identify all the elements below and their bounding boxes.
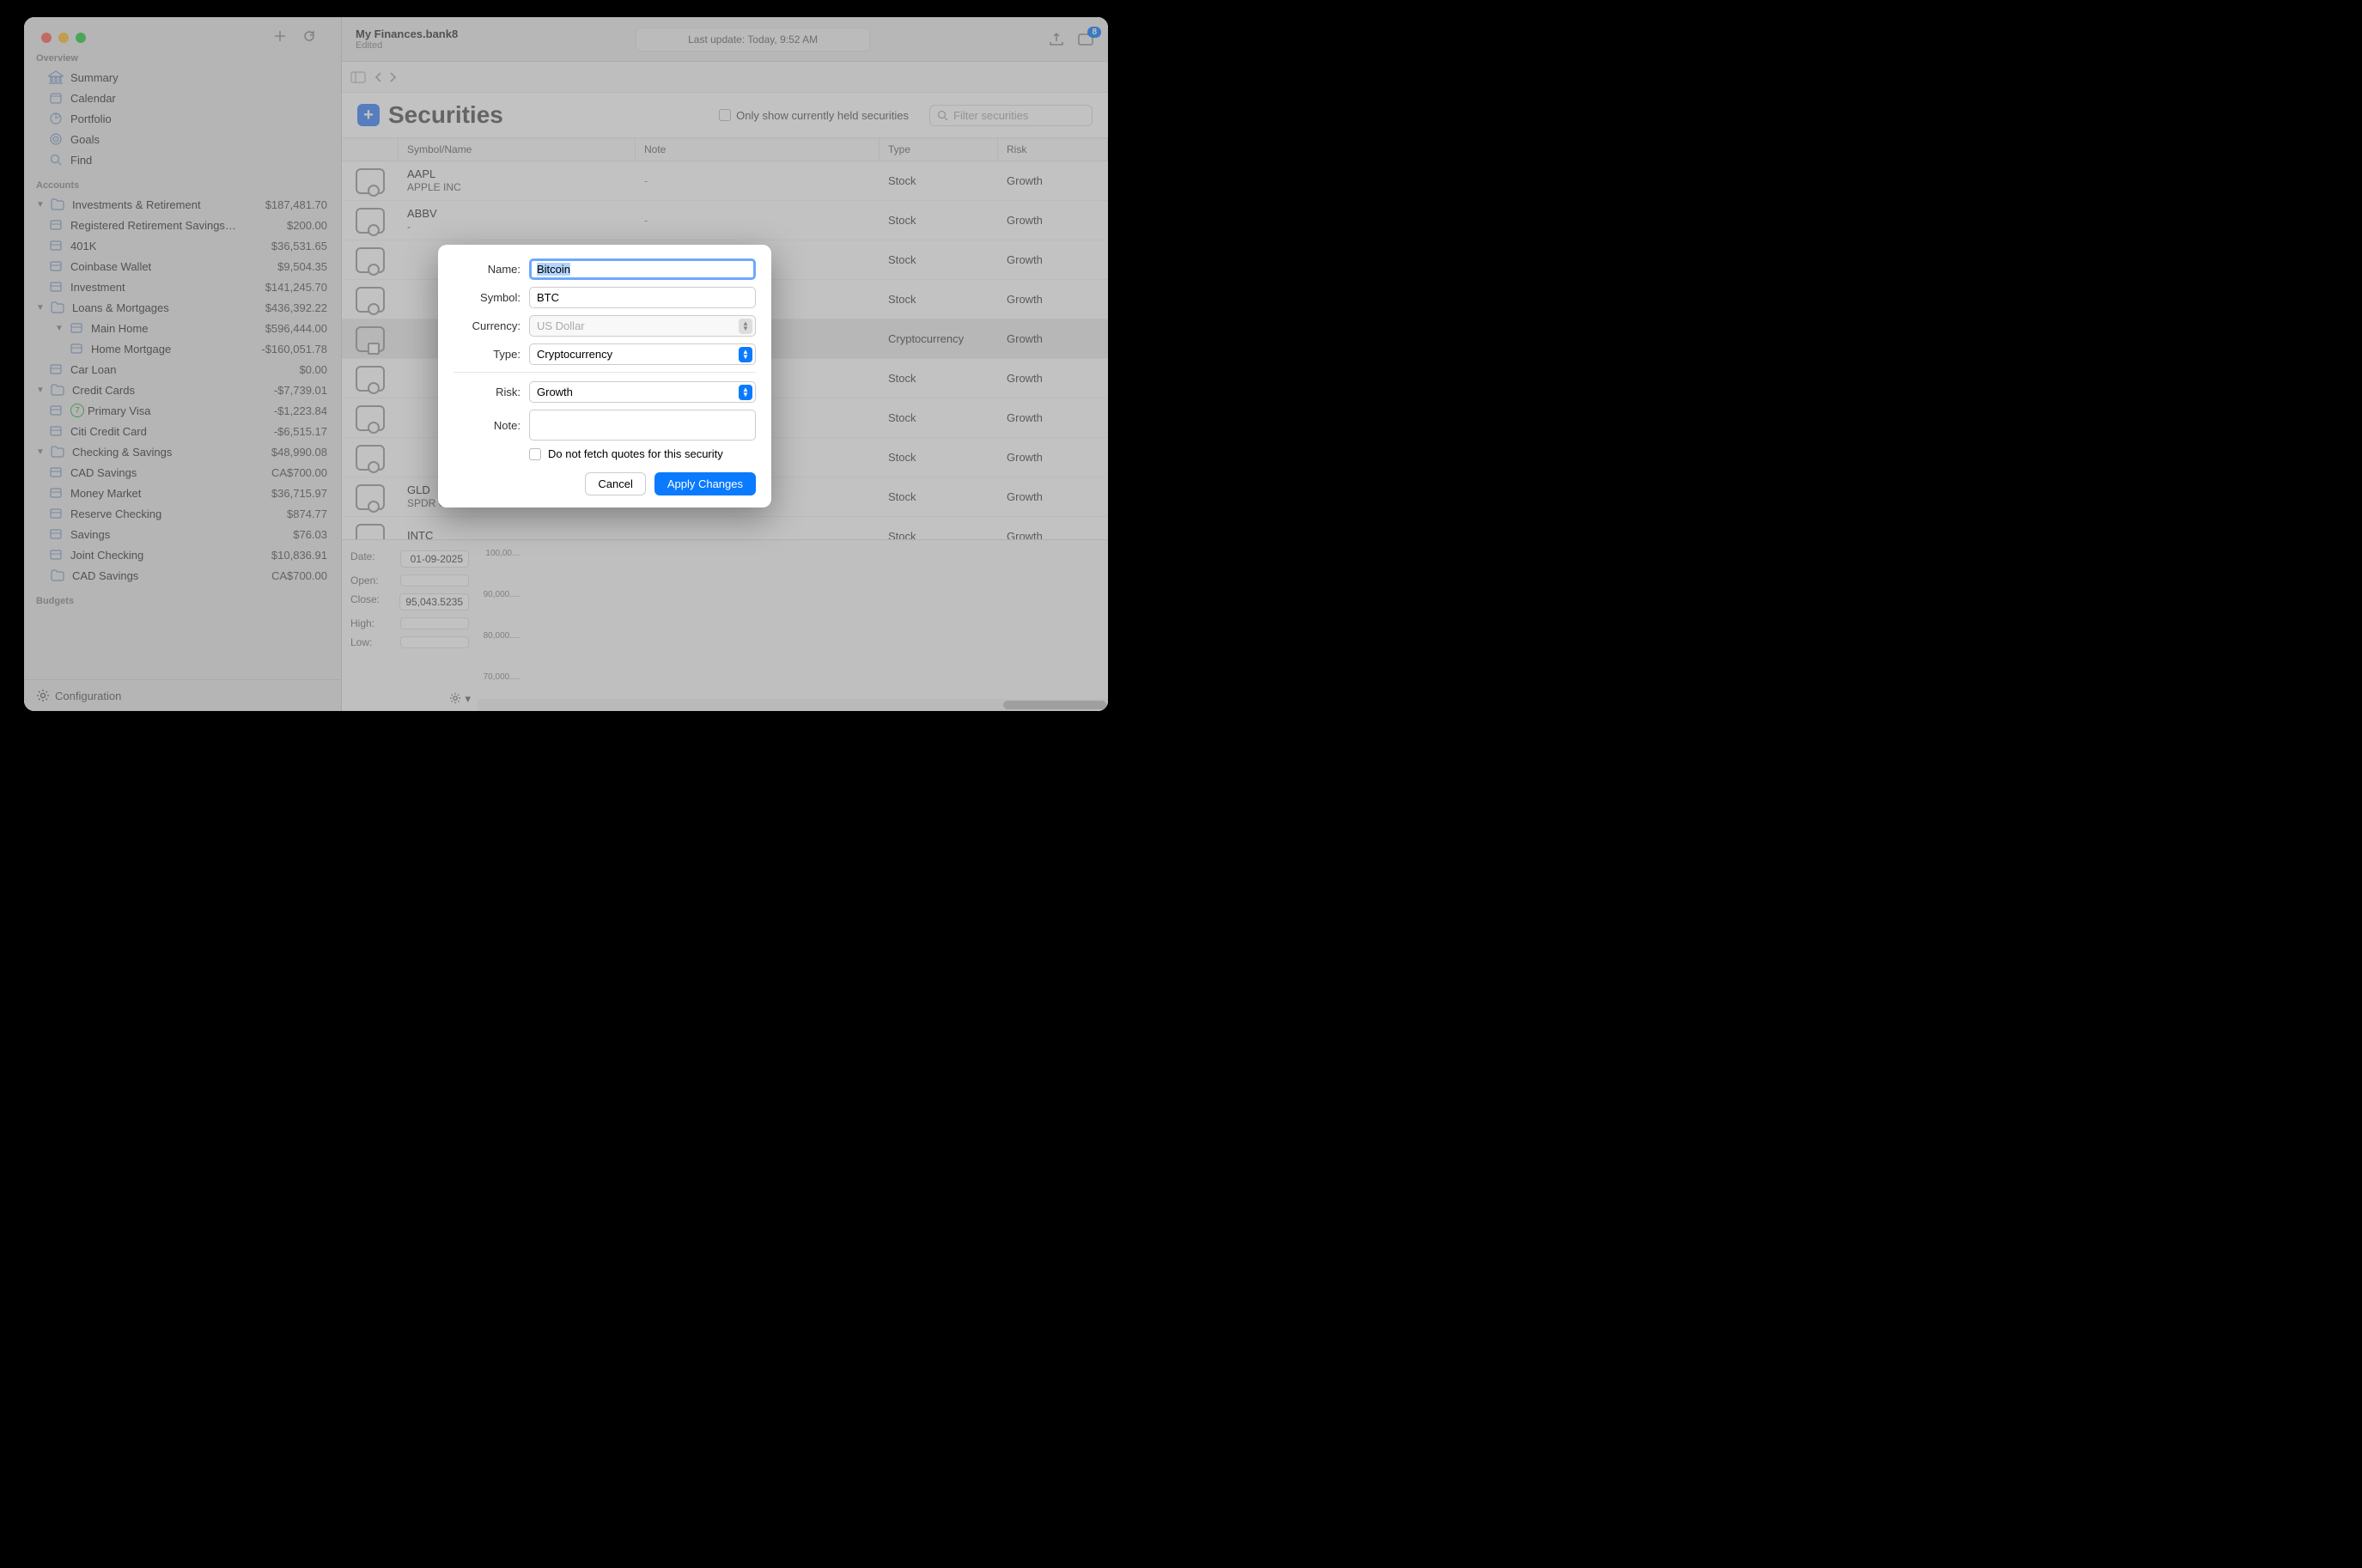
select-arrows-icon: ▲▼ (739, 319, 752, 334)
type-select[interactable]: Cryptocurrency ▲▼ (529, 343, 756, 365)
field-label-currency: Currency: (454, 319, 529, 332)
note-input[interactable] (529, 410, 756, 441)
field-label-risk: Risk: (454, 386, 529, 398)
no-fetch-checkbox[interactable] (529, 448, 541, 460)
apply-changes-button[interactable]: Apply Changes (654, 472, 756, 495)
risk-select[interactable]: Growth ▲▼ (529, 381, 756, 403)
name-input[interactable]: Bitcoin (529, 258, 756, 280)
symbol-input[interactable]: BTC (529, 287, 756, 308)
select-arrows-icon: ▲▼ (739, 385, 752, 400)
field-label-name: Name: (454, 263, 529, 276)
field-label-note: Note: (454, 419, 529, 432)
edit-security-dialog: Name: Bitcoin Symbol: BTC Currency: US D… (438, 245, 771, 507)
cancel-button[interactable]: Cancel (585, 472, 645, 495)
no-fetch-label: Do not fetch quotes for this security (548, 447, 723, 460)
currency-select[interactable]: US Dollar ▲▼ (529, 315, 756, 337)
select-arrows-icon: ▲▼ (739, 347, 752, 362)
field-label-type: Type: (454, 348, 529, 361)
field-label-symbol: Symbol: (454, 291, 529, 304)
